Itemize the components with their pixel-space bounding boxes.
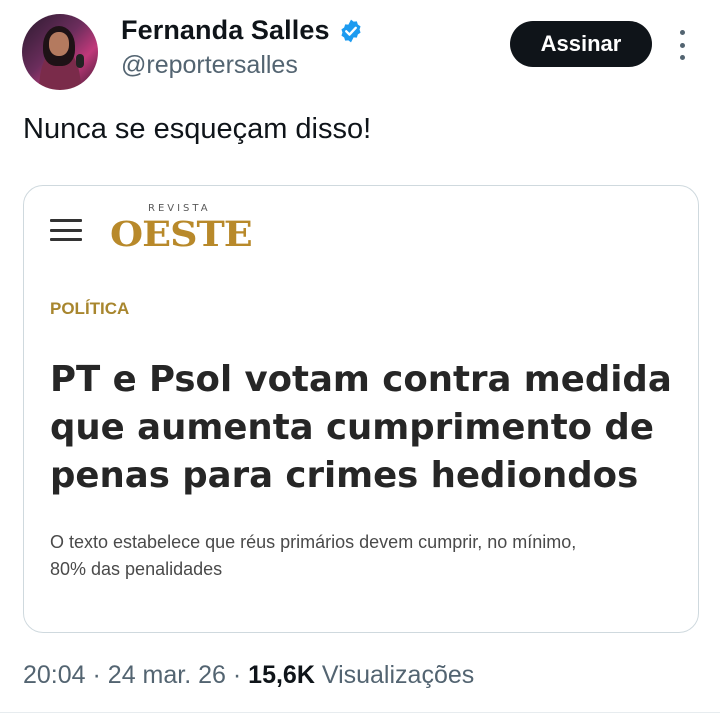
menu-line xyxy=(50,219,82,222)
logo-main-text: OESTE xyxy=(110,213,253,255)
tweet-time[interactable]: 20:04 xyxy=(23,661,86,689)
author-name[interactable]: Fernanda Salles xyxy=(121,15,330,46)
views-count: 15,6K xyxy=(248,661,315,689)
meta-separator: · xyxy=(92,661,101,689)
tweet-date[interactable]: 24 mar. 26 xyxy=(108,661,226,689)
revista-oeste-logo: REVISTA OESTE xyxy=(110,203,253,255)
author-avatar[interactable] xyxy=(22,14,98,90)
headline-line: penas para crimes hediondos xyxy=(50,455,639,496)
bottom-divider xyxy=(0,712,720,713)
hamburger-menu-icon xyxy=(50,219,82,241)
more-dot xyxy=(679,42,685,48)
article-headline: PT e Psol votam contra medida que aument… xyxy=(50,356,690,500)
views-label: Visualizações xyxy=(321,661,475,689)
link-preview-card[interactable]: REVISTA OESTE POLÍTICA PT e Psol votam c… xyxy=(23,185,699,633)
menu-line xyxy=(50,238,82,241)
tweet-meta: 20:04 · 24 mar. 26 · 15,6K Visualizações xyxy=(23,661,474,690)
verified-badge-icon xyxy=(341,19,361,42)
tweet-text: Nunca se esqueçam disso! xyxy=(23,113,372,145)
avatar-microphone xyxy=(76,54,84,68)
more-dot xyxy=(679,55,685,60)
headline-line: PT e Psol votam contra medida xyxy=(50,359,672,400)
follow-button[interactable]: Assinar xyxy=(510,21,652,67)
avatar-face xyxy=(49,32,69,56)
more-vertical-icon[interactable] xyxy=(672,30,692,60)
article-summary: O texto estabelece que réus primários de… xyxy=(50,529,690,583)
more-dot xyxy=(679,30,685,35)
summary-line: 80% das penalidades xyxy=(50,559,223,579)
meta-separator: · xyxy=(232,661,242,689)
author-name-row[interactable]: Fernanda Salles xyxy=(121,15,364,46)
headline-line: que aumenta cumprimento de xyxy=(50,407,654,448)
author-handle[interactable]: @reportersalles xyxy=(121,51,298,80)
menu-line xyxy=(50,228,82,232)
summary-line: O texto estabelece que réus primários de… xyxy=(50,532,577,552)
article-category: POLÍTICA xyxy=(50,299,130,318)
